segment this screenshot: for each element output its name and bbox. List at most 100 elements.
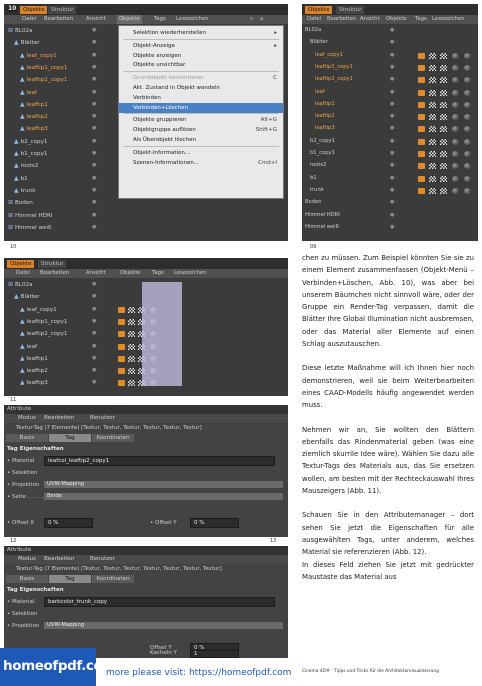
phong-tag-icon[interactable]: [418, 187, 425, 194]
uvw-tag-icon[interactable]: [429, 187, 436, 194]
tree-row[interactable]: leaf_copy1 ●:: [302, 51, 478, 60]
tree-row[interactable]: b2_copy1 ●:: [302, 137, 478, 146]
phong-tag-icon[interactable]: [418, 101, 425, 108]
tab-struktur[interactable]: Struktur: [38, 260, 67, 268]
menu-datei[interactable]: Datei: [22, 15, 36, 24]
visibility-dots[interactable]: ●:: [92, 280, 100, 289]
tab-koordinaten[interactable]: Koordinaten: [92, 434, 134, 442]
menu-modus[interactable]: Modus: [18, 414, 36, 423]
menu-benutzer[interactable]: Benutzer: [90, 555, 115, 564]
uvw-tag-icon[interactable]: [429, 52, 436, 59]
uvw-tag-icon[interactable]: [440, 64, 447, 71]
uvw-tag-icon[interactable]: [440, 187, 447, 194]
material-tag-icon[interactable]: [452, 114, 459, 121]
tree-row[interactable]: leaftip3 ●:: [302, 124, 478, 133]
phong-tag-icon[interactable]: [418, 52, 425, 59]
material-tag-icon[interactable]: [464, 64, 471, 71]
menu-item[interactable]: Verbinden+Löschen: [119, 102, 283, 113]
menu-benutzer[interactable]: Benutzer: [90, 414, 115, 423]
uvw-tag-icon[interactable]: [429, 126, 436, 133]
uvw-tag-icon[interactable]: [440, 52, 447, 59]
menu-lesezeichen[interactable]: Lesezeichen: [432, 15, 465, 24]
material-tag-icon[interactable]: [452, 101, 459, 108]
material-tag-icon[interactable]: [452, 126, 459, 133]
uvw-tag-icon[interactable]: [128, 331, 135, 338]
menu-bearbeiten[interactable]: Bearbeiten: [327, 15, 356, 24]
phong-tag-icon[interactable]: [418, 151, 425, 157]
menu-objekte[interactable]: Objekte: [117, 15, 142, 24]
visibility-dots[interactable]: ●:: [92, 329, 100, 338]
tree-row[interactable]: trunk ●:: [302, 186, 478, 195]
visibility-dots[interactable]: ●:: [390, 149, 398, 158]
visibility-dots[interactable]: ●:: [390, 26, 398, 35]
uvw-tag-icon[interactable]: [440, 138, 447, 145]
visibility-dots[interactable]: ●:: [390, 100, 398, 109]
visibility-dots[interactable]: ●:: [92, 342, 100, 351]
tree-row[interactable]: roots2 ●:: [302, 161, 478, 170]
menu-tags[interactable]: Tags: [415, 15, 427, 24]
menu-item[interactable]: Als Überobjekt löschen: [119, 135, 283, 145]
menu-datei[interactable]: Datei: [307, 15, 321, 24]
tab-objekte[interactable]: Objekte: [20, 6, 48, 14]
tab-objekte[interactable]: Objekte: [7, 260, 35, 268]
visibility-dots[interactable]: ●:: [390, 174, 398, 183]
phong-tag-icon[interactable]: [118, 343, 125, 350]
uvw-tag-icon[interactable]: [429, 175, 436, 182]
menu-lesezeichen[interactable]: Lesezeichen: [176, 15, 209, 24]
menu-objekte[interactable]: Objekte: [120, 269, 141, 278]
uvw-tag-icon[interactable]: [440, 101, 447, 108]
offset-y-field[interactable]: 0 %: [190, 518, 239, 528]
tree-row[interactable]: Himmel HDRI ●:: [302, 211, 478, 220]
menu-item[interactable]: Verbinden: [119, 93, 283, 103]
menu-item[interactable]: Objektgruppe auflösen Shift+G: [119, 125, 283, 135]
tab-tag[interactable]: Tag: [49, 434, 91, 442]
menu-item[interactable]: Grundobjekt konvertieren C: [119, 73, 283, 83]
tree-row[interactable]: leaftip2 ●:: [302, 112, 478, 121]
uvw-tag-icon[interactable]: [440, 175, 447, 182]
uvw-tag-icon[interactable]: [440, 89, 447, 96]
menu-tags[interactable]: Tags: [154, 15, 166, 24]
phong-tag-icon[interactable]: [118, 331, 125, 338]
visibility-dots[interactable]: ●:: [390, 38, 398, 47]
material-tag-icon[interactable]: [452, 151, 459, 157]
material-tag-icon[interactable]: [464, 52, 471, 59]
visibility-dots[interactable]: ●:: [390, 63, 398, 72]
tab-koordinaten[interactable]: Koordinaten: [92, 575, 134, 583]
tree-row[interactable]: BL02a ●:: [302, 26, 478, 35]
material-tag-icon[interactable]: [452, 77, 459, 84]
material-tag-icon[interactable]: [464, 175, 471, 182]
visibility-dots[interactable]: ●:: [390, 137, 398, 146]
visibility-dots[interactable]: ●:: [390, 161, 398, 170]
menu-lesezeichen[interactable]: Lesezeichen: [174, 269, 207, 278]
menu-item[interactable]: Selektion wiederherstellen ▸: [119, 28, 283, 38]
phong-tag-icon[interactable]: [118, 368, 125, 375]
material-tag-icon[interactable]: [452, 163, 459, 170]
material-tag-icon[interactable]: [452, 52, 459, 59]
menu-tags[interactable]: Tags: [152, 269, 164, 278]
material-tag-icon[interactable]: [452, 64, 459, 71]
material-tag-icon[interactable]: [452, 187, 459, 194]
material-tag-icon[interactable]: [452, 138, 459, 145]
visibility-dots[interactable]: ●:: [390, 124, 398, 133]
tree-row[interactable]: Himmel weiß ●:: [302, 223, 478, 232]
phong-tag-icon[interactable]: [418, 77, 425, 84]
phong-tag-icon[interactable]: [418, 175, 425, 182]
tree-row[interactable]: leaftip2_copy1 ●:: [302, 75, 478, 84]
phong-tag-icon[interactable]: [118, 318, 125, 325]
uvw-tag-icon[interactable]: [440, 77, 447, 84]
material-tag-icon[interactable]: [464, 163, 471, 170]
tree-row[interactable]: leaftip1_copy1 ●:: [302, 63, 478, 72]
phong-tag-icon[interactable]: [418, 163, 425, 170]
uvw-tag-icon[interactable]: [128, 318, 135, 325]
menu-item[interactable]: Objekt-Anzeige ▸: [119, 41, 283, 51]
material-tag-icon[interactable]: [464, 101, 471, 108]
uvw-tag-icon[interactable]: [440, 163, 447, 170]
tree-row[interactable]: b1_copy1 ●:: [302, 149, 478, 158]
phong-tag-icon[interactable]: [418, 114, 425, 121]
visibility-dots[interactable]: ●:: [390, 112, 398, 121]
tree-row[interactable]: Boden ●:: [302, 198, 478, 207]
material-tag-icon[interactable]: [464, 151, 471, 157]
tree-row[interactable]: Blätter ●:: [302, 38, 478, 47]
menu-modus[interactable]: Modus: [18, 555, 36, 564]
menu-item[interactable]: Objekte anzeigen: [119, 51, 283, 61]
